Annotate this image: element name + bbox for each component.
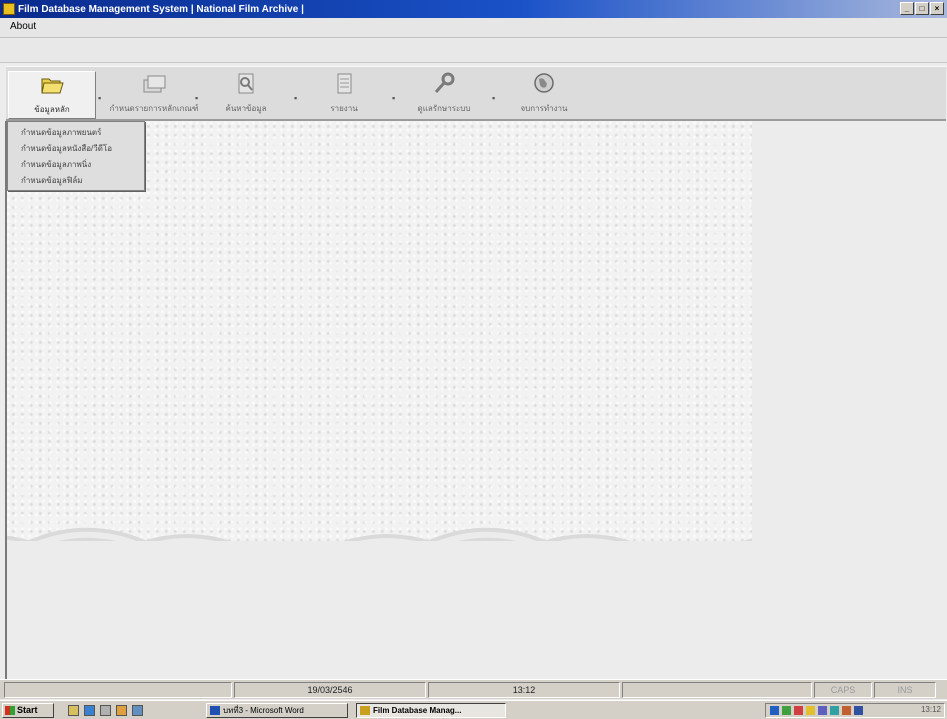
dropdown-arrow[interactable]: ▪ [98,93,101,103]
report-icon [337,73,352,94]
status-caps: CAPS [814,682,872,698]
search-document-icon [238,73,254,94]
system-tray: 13:12 [765,703,945,718]
toolbar-label: กำหนดรายการหลักเกณฑ์ [109,104,199,113]
toolbar-label: ค้นหาข้อมูล [225,104,267,113]
dropdown-arrow[interactable]: ▪ [294,93,297,103]
task-button-film-db[interactable]: Film Database Manag... [356,703,506,718]
dropdown-item[interactable]: กำหนดข้อมูลภาพยนตร์ [8,125,144,141]
tray-icon[interactable] [842,706,851,715]
word-icon [210,706,220,715]
window-controls: _ □ × [900,2,944,15]
toolbar-button-report[interactable]: รายงาน [306,71,382,119]
task-label: Film Database Manag... [373,706,462,715]
window-title-bar: Film Database Management System | Nation… [0,0,947,18]
toolbar-label: รายงาน [330,104,358,113]
dropdown-arrow[interactable]: ▪ [492,93,495,103]
dropdown-item[interactable]: กำหนดข้อมูลภาพนิ่ง [8,157,144,173]
wrench-icon [434,72,455,93]
task-button-word[interactable]: บทที่3 - Microsoft Word [206,703,348,718]
dropdown-item[interactable]: กำหนดข้อมูลหนังสือ/วีดีโอ [8,141,144,157]
tray-icon[interactable] [806,706,815,715]
start-button[interactable]: Start [2,703,54,718]
dropdown-arrow[interactable]: ▪ [195,93,198,103]
quicklaunch-icon[interactable] [132,705,143,716]
status-panel-message [4,682,232,698]
toolbar-button-maintenance[interactable]: ดูแลรักษาระบบ [402,71,486,119]
quicklaunch-icon[interactable] [116,705,127,716]
empty-band [0,39,947,63]
frame-border [5,121,7,679]
tray-icon[interactable] [818,706,827,715]
dropdown-item[interactable]: กำหนดข้อมูลฟิล์ม [8,173,144,189]
globe-icon [534,73,554,93]
app-icon [3,3,15,15]
quicklaunch-icon[interactable] [100,705,111,716]
status-date: 19/03/2546 [234,682,426,698]
toolbar-label: จบการทำงาน [520,104,568,113]
tray-icon[interactable] [830,706,839,715]
toolbar-button-search[interactable]: ค้นหาข้อมูล [206,71,286,119]
dropdown-arrow[interactable]: ▪ [392,93,395,103]
start-label: Start [17,705,38,715]
status-time: 13:12 [428,682,620,698]
task-label: บทที่3 - Microsoft Word [223,706,304,715]
minimize-button[interactable]: _ [900,2,914,15]
folder-icon [41,78,64,94]
quicklaunch-icon[interactable] [84,705,95,716]
status-bar: 19/03/2546 13:12 CAPS INS [0,679,947,699]
status-panel-empty [622,682,812,698]
tray-icon[interactable] [770,706,779,715]
toolbar-label: ดูแลรักษาระบบ [417,104,471,113]
status-ins: INS [874,682,936,698]
menu-about[interactable]: About [10,21,36,32]
toolbar-button-master-data[interactable]: ข้อมูลหลัก [8,71,96,119]
windows-logo-icon [5,706,15,715]
master-data-dropdown: กำหนดข้อมูลภาพยนตร์ กำหนดข้อมูลหนังสือ/ว… [7,121,145,191]
braid-ornament [7,527,752,541]
toolbar-label: ข้อมูลหลัก [34,105,70,114]
close-button[interactable]: × [930,2,944,15]
taskbar: Start บทที่3 - Microsoft Word Film Datab… [0,700,947,719]
window-title: Film Database Management System | Nation… [18,3,304,15]
menu-bar: About [0,18,947,38]
tray-clock: 13:12 [920,705,941,714]
toolbar-button-criteria[interactable]: กำหนดรายการหลักเกณฑ์ [106,71,202,119]
tray-icon[interactable] [782,706,791,715]
cards-icon [143,75,166,93]
tray-icon[interactable] [854,706,863,715]
main-toolbar: ข้อมูลหลัก ▪ กำหนดรายการหลักเกณฑ์ ▪ ค้นห… [6,66,946,121]
tray-icon[interactable] [794,706,803,715]
toolbar-button-exit[interactable]: จบการทำงาน [502,71,586,119]
quicklaunch-icon[interactable] [68,705,79,716]
app-icon [360,706,370,715]
maximize-button[interactable]: □ [915,2,929,15]
